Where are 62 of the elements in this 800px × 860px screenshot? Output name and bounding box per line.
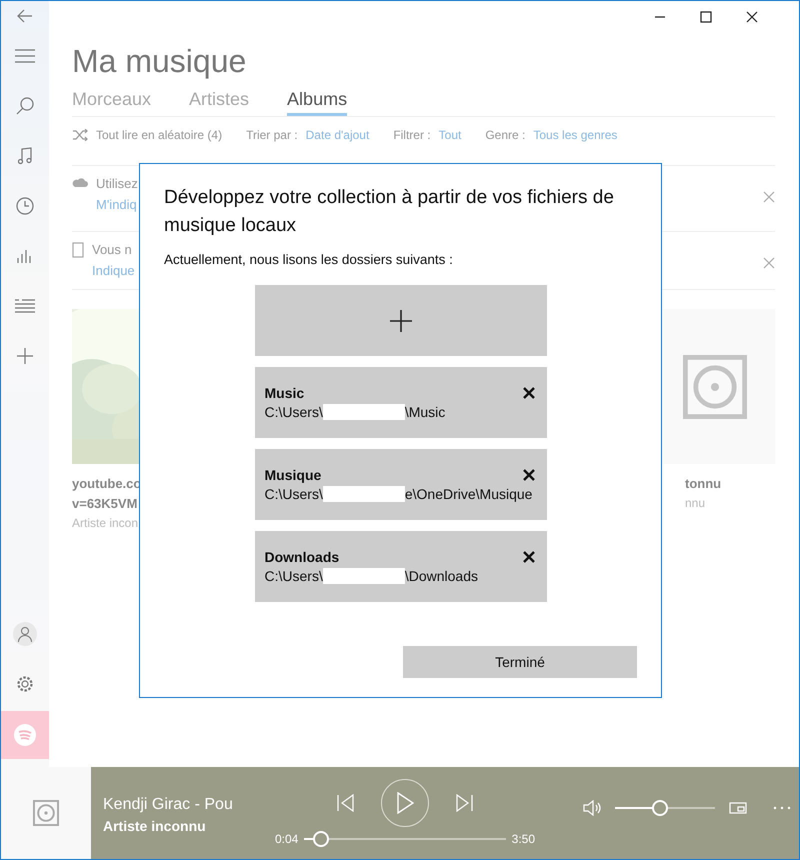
dismiss-icon[interactable] — [763, 257, 775, 269]
plus-icon — [390, 310, 412, 332]
play-button[interactable] — [381, 779, 429, 827]
folder-path: \Downloads — [404, 568, 478, 584]
remove-icon[interactable] — [522, 387, 534, 399]
option-label: Genre : — [485, 128, 526, 142]
option-link[interactable]: Date d'ajout — [306, 128, 370, 142]
clock-icon[interactable] — [16, 197, 34, 215]
option-link[interactable]: Tout — [438, 128, 462, 142]
duration: 3:50 — [512, 832, 535, 846]
done-button[interactable]: Terminé — [403, 646, 637, 678]
dismiss-icon[interactable] — [763, 191, 775, 203]
play-icon — [396, 792, 414, 814]
folder-path: C:\Users\ — [264, 404, 323, 420]
previous-icon[interactable] — [337, 794, 355, 812]
folder-name: Musique — [264, 467, 322, 483]
notice-text: Vous n — [92, 242, 133, 257]
folder-path: C:\Users\ — [264, 568, 323, 584]
option-link[interactable]: Tous les genres — [533, 128, 618, 142]
volume-icon[interactable] — [583, 800, 601, 816]
folder-name: Downloads — [264, 549, 340, 565]
cloud-icon — [72, 176, 88, 188]
elapsed-time: 0:04 — [275, 832, 298, 846]
settings-icon[interactable] — [16, 675, 34, 693]
back-icon[interactable] — [17, 9, 33, 23]
notice-text: Utilisez — [96, 176, 139, 191]
tab[interactable]: Morceaux — [72, 87, 152, 116]
album-artist: Artiste incon — [72, 516, 140, 530]
seek-slider[interactable] — [304, 831, 506, 847]
dialog-subtitle: Actuellement, nous lisons les dossiers suivants : — [164, 252, 454, 267]
tablet-icon — [72, 242, 84, 258]
remove-icon[interactable] — [522, 469, 534, 481]
option-label: Trier par : — [246, 128, 298, 142]
album-placeholder-icon — [33, 800, 59, 826]
folder-name: Music — [264, 385, 304, 401]
option-label: Filtrer : — [393, 128, 431, 142]
track-title: Kendji Girac - Pou — [103, 796, 234, 814]
more-icon[interactable] — [773, 806, 791, 810]
shuffle-icon — [72, 129, 88, 141]
plus-icon[interactable] — [17, 348, 33, 364]
bar-chart-icon[interactable] — [17, 249, 33, 263]
tab[interactable]: Artistes — [189, 87, 250, 116]
folder-path: e\OneDrive\Musique — [404, 486, 532, 502]
shuffle-all-link[interactable]: Tout lire en aléatoire (4) — [96, 128, 222, 142]
album-title: tonnu — [685, 475, 722, 493]
playlist-icon[interactable] — [15, 299, 35, 313]
page-title: Ma musique — [72, 42, 248, 81]
album-artist: nnu — [685, 496, 706, 510]
next-icon[interactable] — [455, 794, 473, 812]
remove-icon[interactable] — [522, 551, 534, 563]
menu-icon[interactable] — [15, 49, 35, 63]
tab[interactable]: Albums — [287, 87, 348, 116]
search-icon[interactable] — [16, 97, 34, 115]
music-note-icon[interactable] — [18, 147, 32, 165]
folder-path: \Music — [404, 404, 446, 420]
album-placeholder-icon — [683, 354, 747, 418]
mini-player-icon[interactable] — [729, 802, 747, 814]
account-icon[interactable] — [13, 622, 37, 646]
volume-slider[interactable] — [615, 800, 715, 816]
dialog-title: Développez votre collection à partir de vos fichiers de musique locaux — [164, 186, 615, 238]
folder-path: C:\Users\ — [264, 486, 323, 502]
track-artist: Artiste inconnu — [103, 818, 207, 834]
